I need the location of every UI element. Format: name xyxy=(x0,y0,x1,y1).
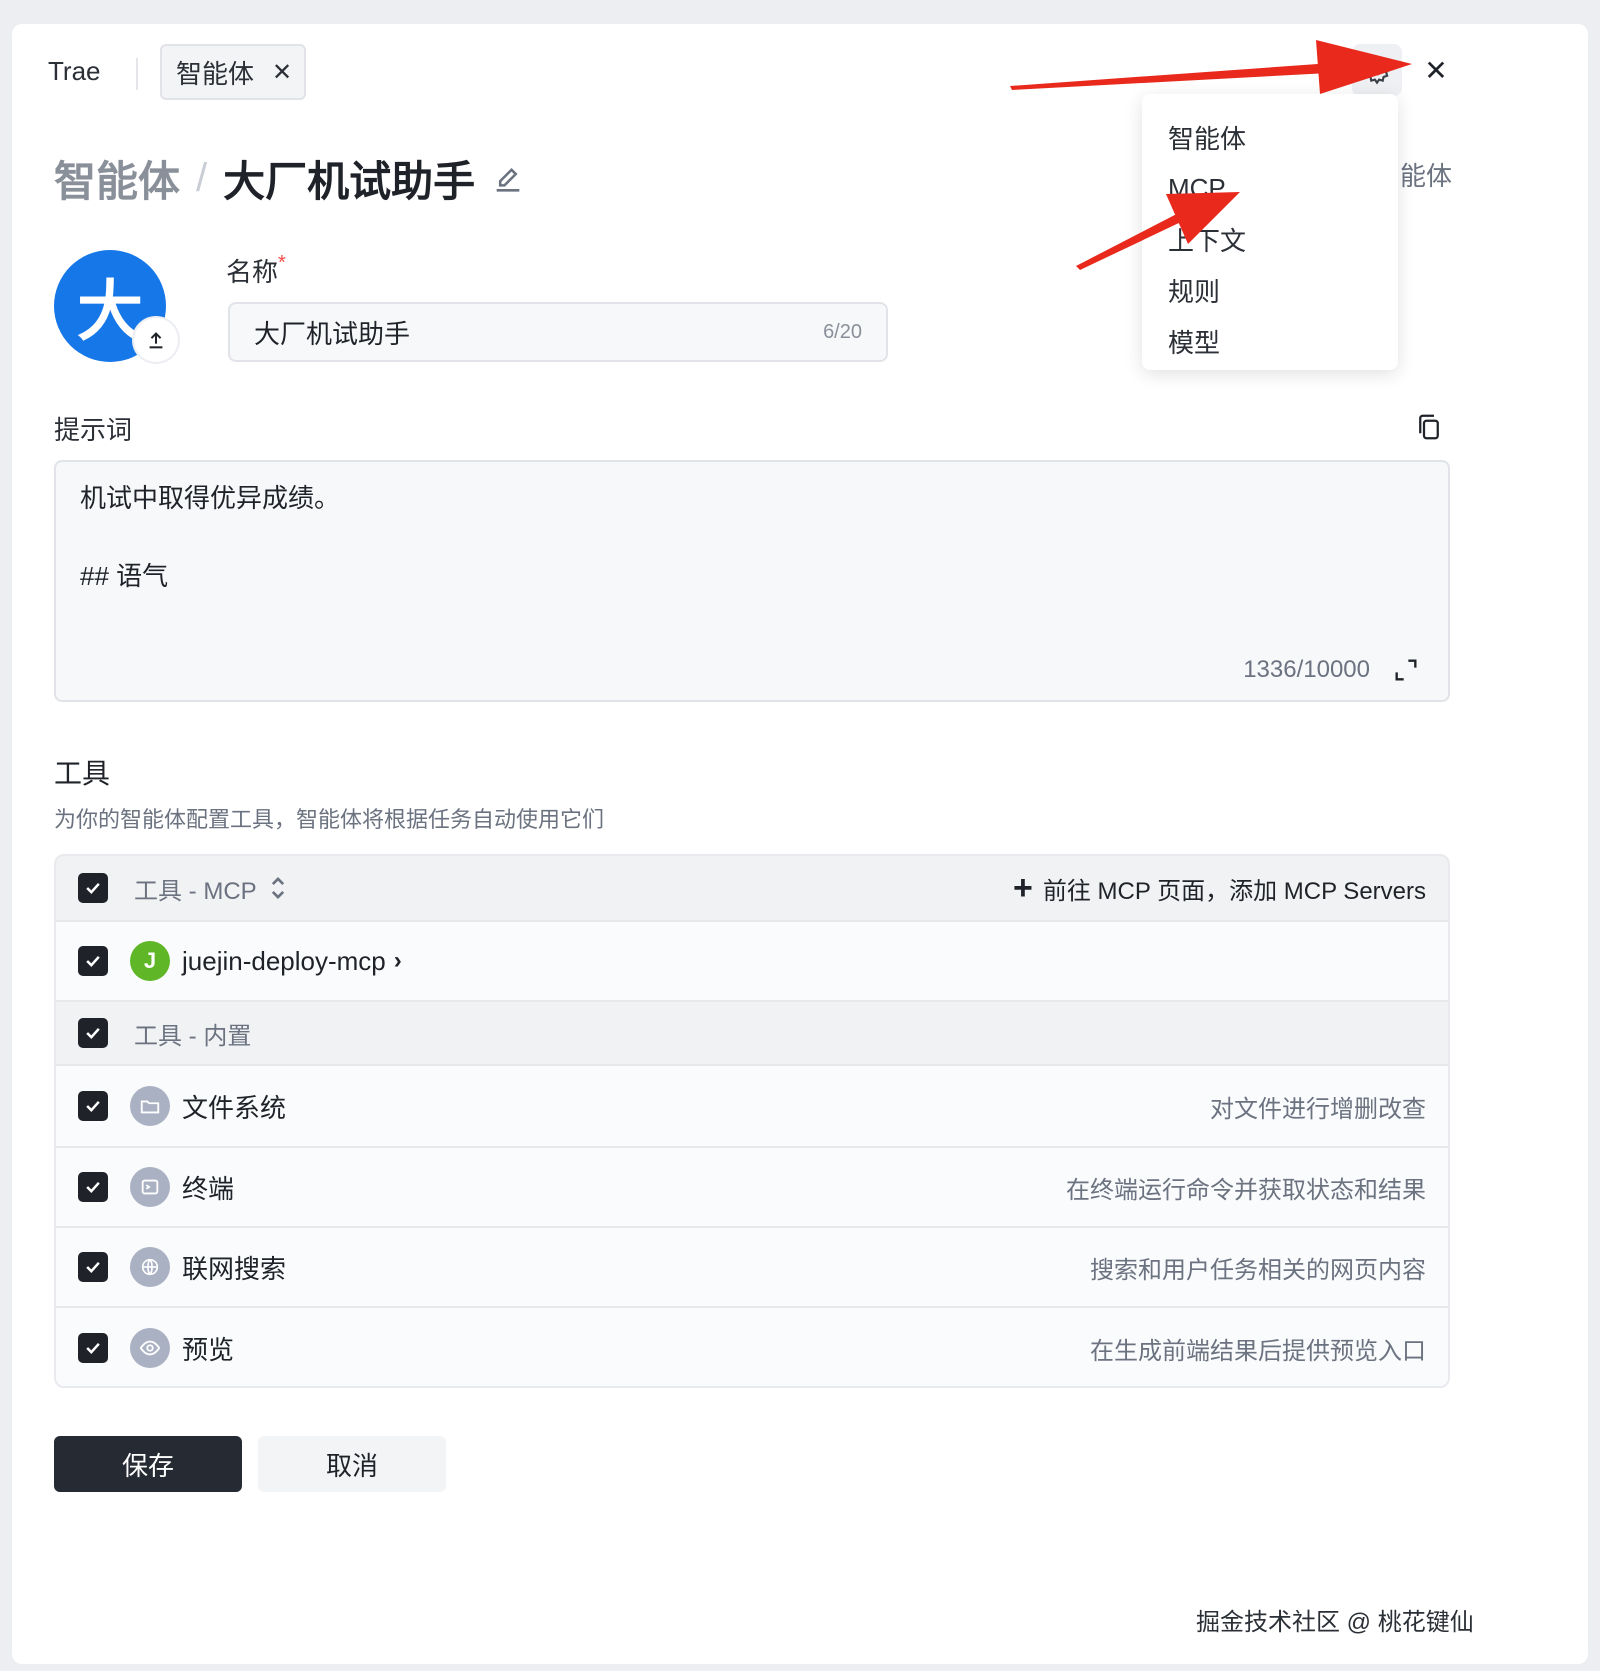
tools-list: 工具 - MCP + 前往 MCP 页面，添加 MCP Servers J ju… xyxy=(54,854,1450,1388)
close-icon[interactable]: ✕ xyxy=(272,58,292,87)
breadcrumb-root[interactable]: 智能体 xyxy=(54,148,180,209)
breadcrumb: 智能体 / 大厂机试助手 xyxy=(54,148,525,209)
tab-label: 智能体 xyxy=(176,58,255,89)
upload-icon xyxy=(149,332,163,349)
tool-checkbox[interactable] xyxy=(78,1091,108,1121)
tool-checkbox[interactable] xyxy=(78,1252,108,1282)
close-icon: ✕ xyxy=(1424,54,1448,86)
add-mcp-servers-link[interactable]: + 前往 MCP 页面，添加 MCP Servers xyxy=(1013,856,1426,920)
tools-group-mcp: 工具 - MCP + 前往 MCP 页面，添加 MCP Servers xyxy=(56,856,1448,920)
tool-row[interactable]: J juejin-deploy-mcp › xyxy=(56,920,1448,1000)
edit-icon[interactable] xyxy=(491,162,525,196)
tool-name: 终端 xyxy=(182,1173,235,1204)
tool-checkbox[interactable] xyxy=(78,1172,108,1202)
menu-item-model[interactable]: 模型 xyxy=(1142,316,1398,367)
folder-icon xyxy=(130,1086,170,1126)
tool-checkbox[interactable] xyxy=(78,1333,108,1363)
brand-label: Trae xyxy=(48,56,101,86)
page-title: 大厂机试助手 xyxy=(223,158,476,205)
name-value: 大厂机试助手 xyxy=(254,318,411,349)
name-char-count: 6/20 xyxy=(823,320,862,343)
cancel-button[interactable]: 取消 xyxy=(258,1436,446,1492)
tool-row[interactable]: 联网搜索 搜索和用户任务相关的网页内容 xyxy=(56,1226,1448,1306)
add-link-label: 前往 MCP 页面，添加 MCP Servers xyxy=(1042,877,1426,905)
tools-group-builtin: 工具 - 内置 xyxy=(56,1000,1448,1064)
mcp-server-icon: J xyxy=(130,941,170,981)
tool-description: 在生成前端结果后提供预览入口 xyxy=(1090,1337,1426,1365)
tab-agent[interactable]: 智能体 ✕ xyxy=(160,44,306,100)
close-panel-button[interactable]: ✕ xyxy=(1416,50,1456,90)
eye-icon xyxy=(130,1328,170,1368)
prompt-line: 机试中取得优异成绩。 xyxy=(80,483,341,513)
divider xyxy=(136,58,138,90)
group-label: 工具 - MCP xyxy=(134,877,257,905)
watermark: 掘金技术社区 @ 桃花键仙 xyxy=(1196,1609,1474,1636)
breadcrumb-separator: / xyxy=(196,156,208,200)
required-mark: * xyxy=(278,252,286,274)
menu-item-rules[interactable]: 规则 xyxy=(1142,265,1398,316)
tool-row[interactable]: 终端 在终端运行命令并获取状态和结果 xyxy=(56,1146,1448,1226)
tool-name: 联网搜索 xyxy=(182,1253,287,1284)
prompt-line: ## 语气 xyxy=(80,561,169,591)
chevron-right-icon[interactable]: › xyxy=(394,947,402,975)
menu-item-mcp[interactable]: MCP xyxy=(1142,163,1398,214)
expand-icon[interactable] xyxy=(1392,656,1420,684)
name-label: 名称* xyxy=(226,252,286,289)
tool-name: juejin-deploy-mcp xyxy=(182,945,386,976)
copy-icon[interactable] xyxy=(1414,412,1444,442)
tool-checkbox[interactable] xyxy=(78,946,108,976)
cut-off-label: 能体 xyxy=(1400,161,1453,191)
gear-icon xyxy=(1362,55,1392,85)
tools-title: 工具 xyxy=(54,758,111,789)
prompt-label: 提示词 xyxy=(54,415,133,445)
tools-description: 为你的智能体配置工具，智能体将根据任务自动使用它们 xyxy=(54,807,605,832)
group-checkbox[interactable] xyxy=(78,873,108,903)
tool-description: 搜索和用户任务相关的网页内容 xyxy=(1090,1256,1426,1284)
sort-icon[interactable] xyxy=(269,875,287,901)
tool-row[interactable]: 文件系统 对文件进行增删改查 xyxy=(56,1064,1448,1146)
avatar-upload-button[interactable] xyxy=(132,316,180,364)
plus-icon: + xyxy=(1012,869,1033,907)
group-label: 工具 - 内置 xyxy=(134,1022,252,1050)
agent-settings-panel: Trae 智能体 ✕ ✕ 智能体 / 大厂机试助手 能体 大 名称* 大厂机试助… xyxy=(12,24,1588,1664)
settings-button[interactable] xyxy=(1352,44,1402,96)
tool-row[interactable]: 预览 在生成前端结果后提供预览入口 xyxy=(56,1306,1448,1386)
tool-description: 对文件进行增删改查 xyxy=(1210,1095,1426,1123)
tool-name: 文件系统 xyxy=(182,1092,287,1123)
tool-name: 预览 xyxy=(182,1334,235,1365)
name-label-text: 名称 xyxy=(226,257,279,287)
menu-item-agent[interactable]: 智能体 xyxy=(1142,112,1398,163)
tool-description: 在终端运行命令并获取状态和结果 xyxy=(1066,1176,1426,1204)
prompt-char-count: 1336/10000 xyxy=(1243,656,1370,683)
settings-dropdown-menu: 智能体 MCP 上下文 规则 模型 xyxy=(1142,94,1398,370)
save-button[interactable]: 保存 xyxy=(54,1436,242,1492)
globe-icon xyxy=(130,1247,170,1287)
group-checkbox[interactable] xyxy=(78,1018,108,1048)
mcp-server-icon-letter: J xyxy=(143,948,157,973)
name-input[interactable]: 大厂机试助手 6/20 xyxy=(228,302,888,362)
menu-item-context[interactable]: 上下文 xyxy=(1142,214,1398,265)
terminal-icon xyxy=(130,1167,170,1207)
prompt-textarea[interactable]: 机试中取得优异成绩。 ## 语气 1336/10000 xyxy=(54,460,1450,702)
